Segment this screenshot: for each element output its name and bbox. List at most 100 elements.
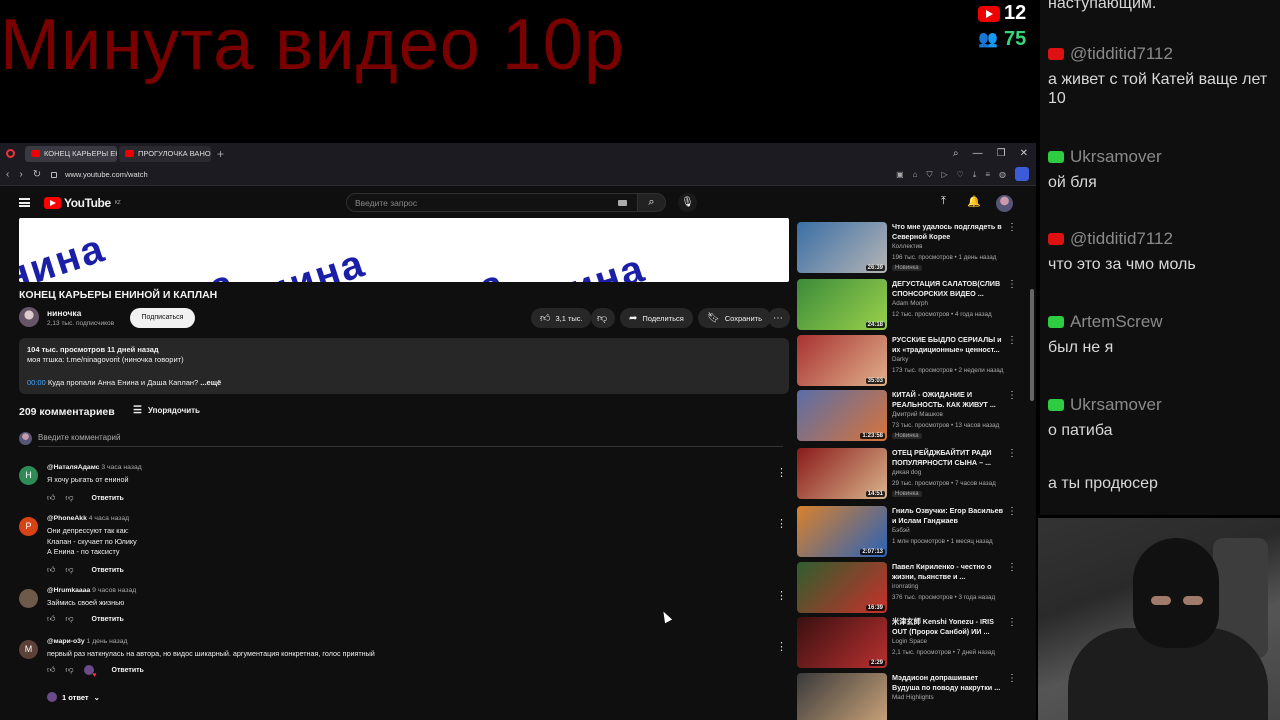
related-video-title[interactable]: Павел Кириленко - честно о жизни, пьянст… <box>892 562 1004 582</box>
search-button[interactable]: ⌕ <box>638 193 666 212</box>
video-thumbnail[interactable]: 24:18 <box>797 279 887 330</box>
menu-icon[interactable]: ≡ <box>985 170 990 180</box>
account-avatar[interactable] <box>996 195 1013 212</box>
related-video-item[interactable]: 14:51 ОТЕЦ РЕЙДЖБАЙТИТ РАДИ ПОПУЛЯРНОСТИ … <box>797 448 1017 500</box>
like-button[interactable]: 👍︎ 3,1 тыс. <box>531 308 591 328</box>
thumbs-down-icon[interactable]: 👎︎ <box>65 493 73 503</box>
more-vertical-icon[interactable]: ⋮ <box>776 589 787 602</box>
related-video-title[interactable]: 米津玄師 Kenshi Yonezu - IRIS OUT (Пророк Са… <box>892 617 1004 637</box>
channel-name[interactable]: ниночка <box>47 308 81 318</box>
reply-button[interactable]: Ответить <box>92 567 124 574</box>
new-tab-icon[interactable]: + <box>217 147 224 161</box>
shield-icon[interactable]: ⛉ <box>926 170 932 180</box>
related-video-title[interactable]: ОТЕЦ РЕЙДЖБАЙТИТ РАДИ ПОПУЛЯРНОСТИ СЫНА … <box>892 448 1004 468</box>
more-vertical-icon[interactable]: ⋮ <box>1007 222 1017 233</box>
comment-author[interactable]: @Hrumkaaaa <box>47 587 90 594</box>
profile-icon[interactable]: ◍ <box>999 170 1006 180</box>
thumbs-down-icon[interactable]: 👎︎ <box>65 614 73 624</box>
related-video-item[interactable]: 26:39 Что мне удалось подглядеть в Северн… <box>797 222 1017 274</box>
related-video-item[interactable]: 1:23:58 КИТАЙ - ОЖИДАНИЕ И РЕАЛЬНОСТЬ. КА… <box>797 390 1017 442</box>
play-icon[interactable]: ▷ <box>941 170 947 180</box>
download-icon[interactable]: ⤓ <box>973 170 977 180</box>
show-replies-button[interactable]: 1 ответ ⌄ <box>47 692 100 702</box>
more-vertical-icon[interactable]: ⋮ <box>1007 617 1017 628</box>
related-video-channel[interactable]: дикая dog <box>892 469 921 476</box>
related-video-channel[interactable]: Login Space <box>892 638 927 645</box>
avatar[interactable]: P <box>19 517 38 536</box>
avatar[interactable]: М <box>19 640 38 659</box>
minimize-icon[interactable]: — <box>973 148 983 159</box>
related-video-item[interactable]: Мэддисон допрашивает Вудуша по поводу на… <box>797 673 1017 720</box>
maximize-icon[interactable]: ❐ <box>997 148 1006 159</box>
more-actions-button[interactable]: ⋯ <box>768 308 790 328</box>
related-video-title[interactable]: Что мне удалось подглядеть в Северной Ко… <box>892 222 1004 242</box>
thumbs-up-icon[interactable]: 👍︎ <box>47 665 55 675</box>
related-video-item[interactable]: 2:07:13 Гниль Озвучки: Егор Васильев и Ис… <box>797 506 1017 558</box>
tab-video-2[interactable]: ПРОГУЛОЧКА ВАНОМАС <box>119 145 211 162</box>
related-video-channel[interactable]: Дмитрий Машков <box>892 411 943 418</box>
screenshot-icon[interactable]: ▣ <box>896 170 904 180</box>
extension-icon[interactable] <box>1015 167 1029 181</box>
thumbs-up-icon[interactable]: 👍︎ <box>47 565 55 575</box>
chapter-timestamp[interactable]: 00:00 <box>27 378 46 387</box>
reply-button[interactable]: Ответить <box>92 616 124 623</box>
more-vertical-icon[interactable]: ⋮ <box>776 517 787 530</box>
reply-button[interactable]: Ответить <box>112 667 144 674</box>
related-video-channel[interactable]: ironrating <box>892 583 918 590</box>
home-icon[interactable]: ⌂ <box>913 170 918 180</box>
related-video-channel[interactable]: Mad Highlights <box>892 694 934 701</box>
more-vertical-icon[interactable]: ⋮ <box>776 466 787 479</box>
related-video-title[interactable]: КИТАЙ - ОЖИДАНИЕ И РЕАЛЬНОСТЬ. КАК ЖИВУТ… <box>892 390 1004 410</box>
comment-author[interactable]: @мари-о3у <box>47 638 85 645</box>
thumbs-down-icon[interactable]: 👎︎ <box>65 665 73 675</box>
tab-video[interactable]: КОНЕЦ КАРЬЕРЫ ЕНИНОЙ <box>25 145 117 162</box>
video-thumbnail[interactable]: 2:29 <box>797 617 887 668</box>
more-vertical-icon[interactable]: ⋮ <box>776 640 787 653</box>
close-icon[interactable]: ✕ <box>1020 148 1028 159</box>
voice-search-icon[interactable]: 🎙 <box>678 193 697 212</box>
related-video-item[interactable]: 16:39 Павел Кириленко - честно о жизни, п… <box>797 562 1017 614</box>
more-vertical-icon[interactable]: ⋮ <box>1007 448 1017 459</box>
opera-icon[interactable] <box>6 149 15 158</box>
related-video-channel[interactable]: Коллектив <box>892 243 922 250</box>
show-more-link[interactable]: ...ещё <box>198 378 221 387</box>
reply-button[interactable]: Ответить <box>92 495 124 502</box>
channel-avatar[interactable] <box>19 307 39 327</box>
video-thumbnail[interactable]: 1:23:58 <box>797 390 887 441</box>
related-video-channel[interactable]: Бэбэй <box>892 527 910 534</box>
more-vertical-icon[interactable]: ⋮ <box>1007 562 1017 573</box>
video-thumbnail[interactable]: 26:39 <box>797 222 887 273</box>
related-video-title[interactable]: РУССКИЕ БЫДЛО СЕРИАЛЫ и их «традиционные… <box>892 335 1004 355</box>
share-button[interactable]: ➦ Поделиться <box>620 308 693 328</box>
video-description[interactable]: 104 тыс. просмотров 11 дней назад моя тг… <box>19 338 789 394</box>
notifications-bell-icon[interactable]: 🔔 <box>967 195 981 208</box>
reload-icon[interactable]: ↻ <box>33 169 41 180</box>
related-video-item[interactable]: 2:29 米津玄師 Kenshi Yonezu - IRIS OUT (Проро… <box>797 617 1017 669</box>
video-player[interactable]: нина нина нина нина нина нина <box>19 218 789 282</box>
keyboard-icon[interactable] <box>618 200 627 206</box>
hamburger-menu-icon[interactable] <box>19 198 30 207</box>
video-thumbnail[interactable]: 2:07:13 <box>797 506 887 557</box>
forward-icon[interactable]: › <box>19 169 22 180</box>
comment-author[interactable]: @PhoneAkk <box>47 515 87 522</box>
subscribe-button[interactable]: Подписаться <box>130 308 195 328</box>
thumbs-up-icon[interactable]: 👍︎ <box>47 493 55 503</box>
thumbs-up-icon[interactable]: 👍︎ <box>47 614 55 624</box>
scrollbar[interactable] <box>1030 289 1034 401</box>
video-thumbnail[interactable]: 16:39 <box>797 562 887 613</box>
youtube-logo[interactable]: YouTube KZ <box>44 196 121 210</box>
more-vertical-icon[interactable]: ⋮ <box>1007 390 1017 401</box>
avatar[interactable] <box>19 589 38 608</box>
save-button[interactable]: 🔖︎ Сохранить <box>698 308 771 328</box>
upload-icon[interactable]: ⤒ <box>941 195 946 208</box>
back-icon[interactable]: ‹ <box>6 169 9 180</box>
comment-author[interactable]: @НаталяАдамс <box>47 464 99 471</box>
video-thumbnail[interactable] <box>797 673 887 720</box>
search-tabs-icon[interactable]: ⌕ <box>953 148 959 159</box>
sort-comments-button[interactable]: ☰ Упорядочить <box>133 405 200 416</box>
related-video-channel[interactable]: Darky <box>892 356 908 363</box>
more-vertical-icon[interactable]: ⋮ <box>1007 335 1017 346</box>
thumbs-down-icon[interactable]: 👎︎ <box>65 565 73 575</box>
more-vertical-icon[interactable]: ⋮ <box>1007 506 1017 517</box>
related-video-title[interactable]: ДЕГУСТАЦИЯ САЛАТОВ(СЛИВ СПОНСОРСКИХ ВИДЕ… <box>892 279 1004 299</box>
